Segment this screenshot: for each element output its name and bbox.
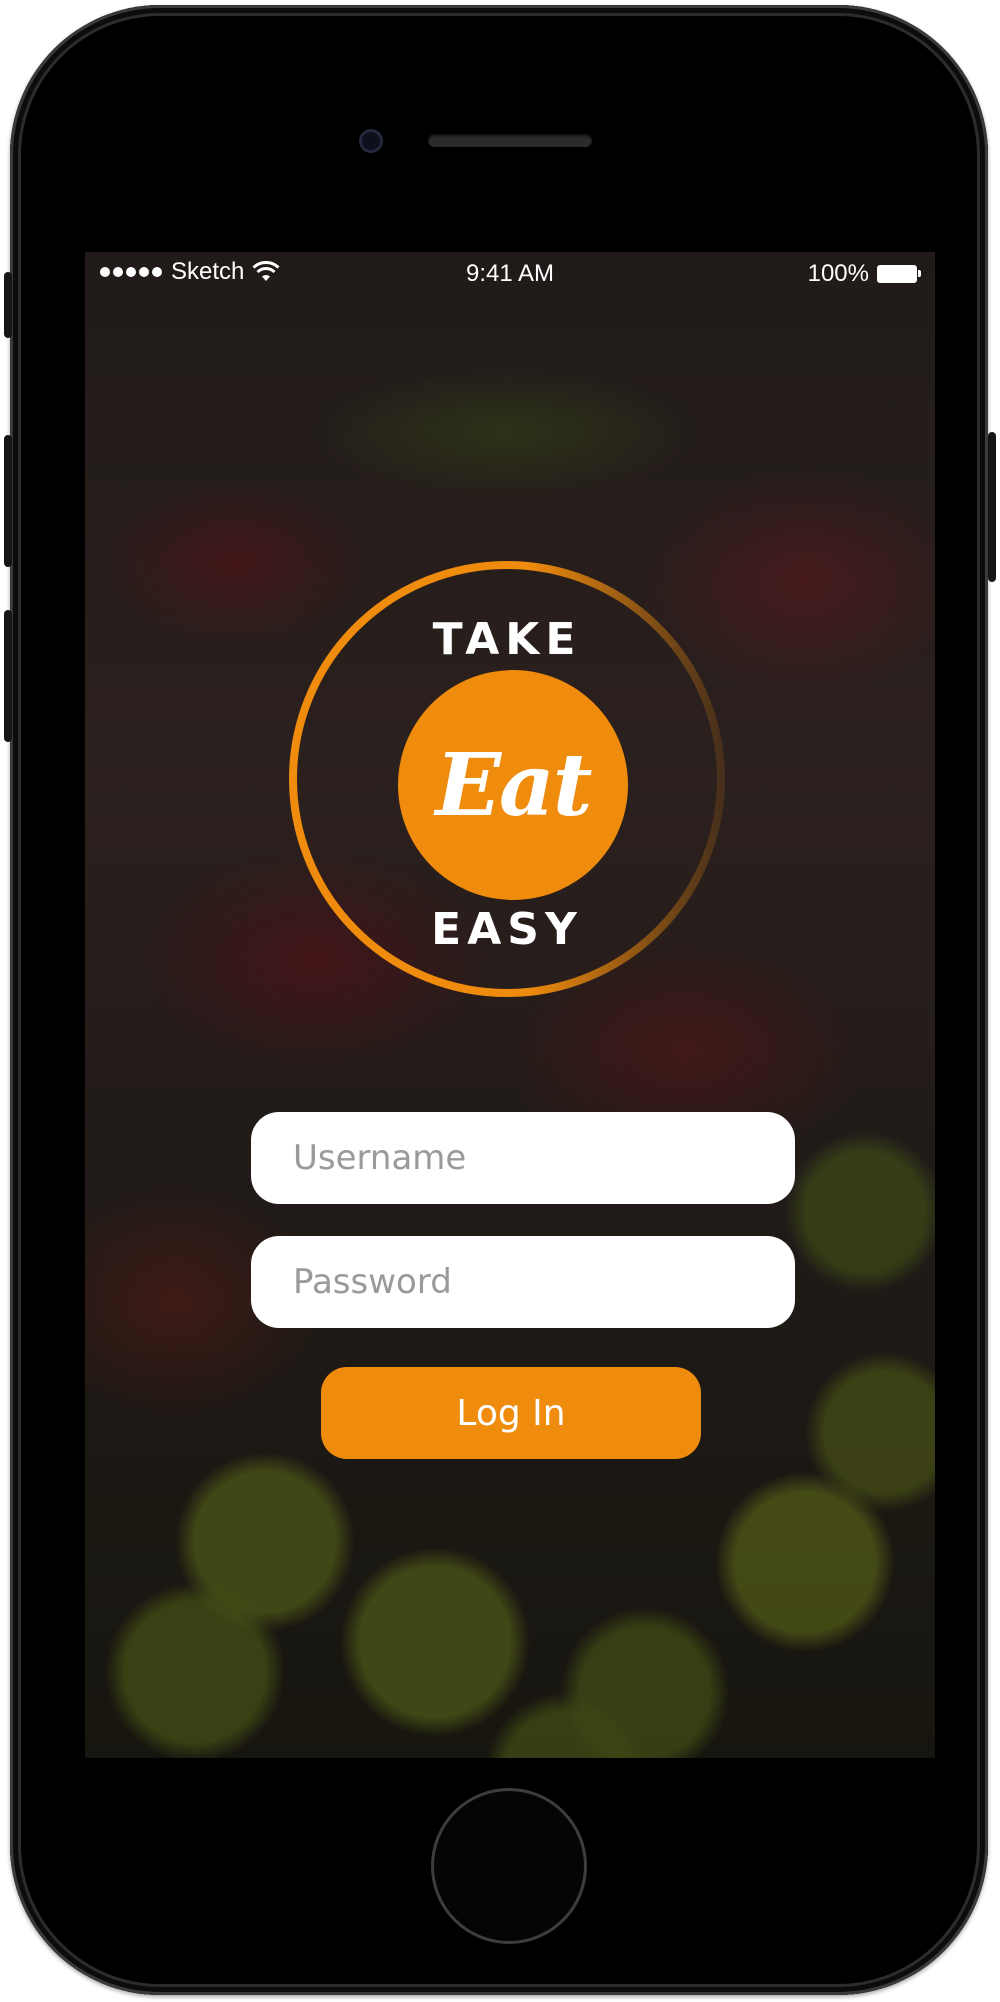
logo-bottom-text: EASY [431, 904, 583, 955]
take-eat-easy-logo: TAKE Eat EASY [282, 554, 732, 1004]
mute-switch [4, 272, 12, 338]
logo-script-text: Eat [435, 734, 593, 836]
front-camera [359, 129, 383, 153]
username-field[interactable] [251, 1112, 795, 1204]
log-in-button[interactable]: Log In [321, 1367, 701, 1459]
password-field[interactable] [251, 1236, 795, 1328]
phone-frame: Sketch 9:41 AM 100% TAKE Eat EASY Userna… [10, 5, 988, 1995]
power-button [988, 432, 996, 582]
status-bar: Sketch 9:41 AM 100% [85, 252, 935, 292]
app-screen: Sketch 9:41 AM 100% TAKE Eat EASY Userna… [85, 252, 935, 1758]
background-photo [85, 252, 935, 1758]
battery-icon [877, 265, 921, 283]
logo-top-text: TAKE [432, 614, 582, 665]
battery-percentage: 100% [807, 260, 869, 287]
volume-down-button [4, 610, 12, 742]
earpiece-speaker [428, 134, 592, 147]
status-bar-right: 100% [808, 260, 921, 288]
home-button[interactable] [431, 1788, 587, 1944]
volume-up-button [4, 435, 12, 567]
